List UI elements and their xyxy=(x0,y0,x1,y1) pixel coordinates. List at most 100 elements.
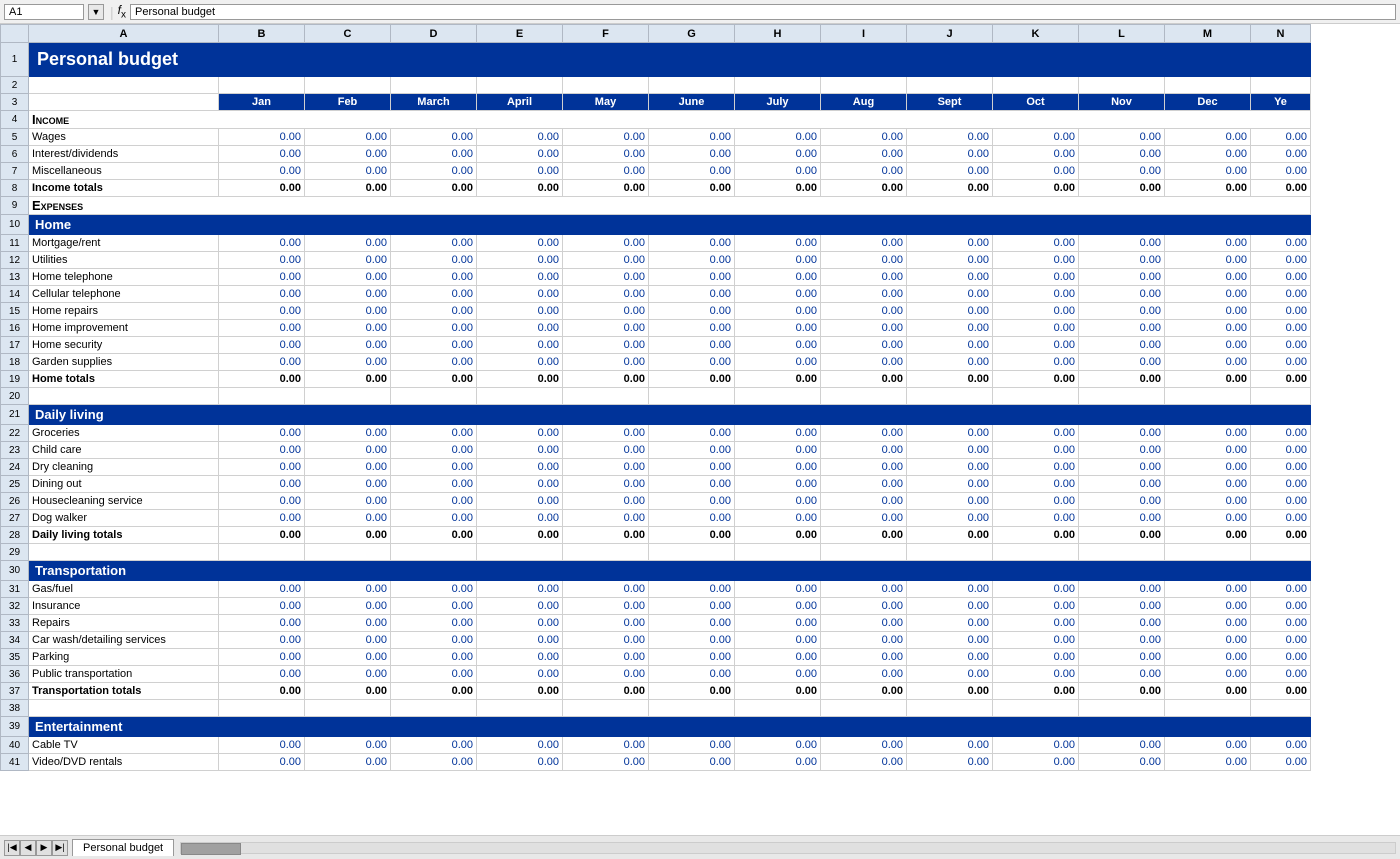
tab-navigation[interactable]: |◀ ◀ ▶ ▶| xyxy=(4,840,68,856)
table-row: 18Garden supplies0.000.000.000.000.000.0… xyxy=(1,354,1311,371)
row-num-14: 14 xyxy=(1,286,29,303)
table-row: 32Insurance0.000.000.000.000.000.000.000… xyxy=(1,598,1311,615)
row-num-18: 18 xyxy=(1,354,29,371)
row-num-16: 16 xyxy=(1,320,29,337)
corner-header xyxy=(1,25,29,43)
expenses-label-row: 9Expenses xyxy=(1,197,1311,215)
scrollbar-thumb[interactable] xyxy=(181,843,241,855)
table-row: 35Parking0.000.000.000.000.000.000.000.0… xyxy=(1,649,1311,666)
row-num-29: 29 xyxy=(1,544,29,561)
month-header-April: April xyxy=(477,94,563,111)
toolbar: ▼ | fx xyxy=(0,0,1400,24)
horizontal-scrollbar[interactable] xyxy=(180,842,1396,854)
row-num-30: 30 xyxy=(1,561,29,581)
row-num-40: 40 xyxy=(1,737,29,754)
table-row: 22Groceries0.000.000.000.000.000.000.000… xyxy=(1,425,1311,442)
row-num-41: 41 xyxy=(1,754,29,771)
table-row: 12Utilities0.000.000.000.000.000.000.000… xyxy=(1,252,1311,269)
month-header-Sept: Sept xyxy=(907,94,993,111)
table-row: 36Public transportation0.000.000.000.000… xyxy=(1,666,1311,683)
row-num-31: 31 xyxy=(1,581,29,598)
month-header-Jan: Jan xyxy=(219,94,305,111)
col-m-header[interactable]: M xyxy=(1165,25,1251,43)
row-num-23: 23 xyxy=(1,442,29,459)
row-num-27: 27 xyxy=(1,510,29,527)
table-row: 41Video/DVD rentals0.000.000.000.000.000… xyxy=(1,754,1311,771)
row-num-28: 28 xyxy=(1,527,29,544)
cell-reference-input[interactable] xyxy=(4,4,84,20)
row-num-22: 22 xyxy=(1,425,29,442)
col-j-header[interactable]: J xyxy=(907,25,993,43)
row-num-6: 6 xyxy=(1,146,29,163)
row-num-19: 19 xyxy=(1,371,29,388)
col-l-header[interactable]: L xyxy=(1079,25,1165,43)
sheet-tab-personal-budget[interactable]: Personal budget xyxy=(72,839,174,856)
month-header-July: July xyxy=(735,94,821,111)
spreadsheet-title: Personal budget xyxy=(29,43,1311,77)
table-row: 10Home xyxy=(1,215,1311,235)
fx-label: fx xyxy=(118,3,126,20)
col-e-header[interactable]: E xyxy=(477,25,563,43)
table-row: 5Wages0.000.000.000.000.000.000.000.000.… xyxy=(1,129,1311,146)
row-num-26: 26 xyxy=(1,493,29,510)
row-num-35: 35 xyxy=(1,649,29,666)
expand-btn[interactable]: ▼ xyxy=(88,4,104,20)
row-num-8: 8 xyxy=(1,180,29,197)
row-num-13: 13 xyxy=(1,269,29,286)
col-c-header[interactable]: C xyxy=(305,25,391,43)
table-row: 26Housecleaning service0.000.000.000.000… xyxy=(1,493,1311,510)
table-row: 15Home repairs0.000.000.000.000.000.000.… xyxy=(1,303,1311,320)
row-num-20: 20 xyxy=(1,388,29,405)
col-f-header[interactable]: F xyxy=(563,25,649,43)
table-row: 17Home security0.000.000.000.000.000.000… xyxy=(1,337,1311,354)
row-num-38: 38 xyxy=(1,700,29,717)
table-row: 40Cable TV0.000.000.000.000.000.000.000.… xyxy=(1,737,1311,754)
table-row: 7Miscellaneous0.000.000.000.000.000.000.… xyxy=(1,163,1311,180)
month-header-Feb: Feb xyxy=(305,94,391,111)
month-header-Nov: Nov xyxy=(1079,94,1165,111)
table-row: 27Dog walker0.000.000.000.000.000.000.00… xyxy=(1,510,1311,527)
table-row: 28Daily living totals0.000.000.000.000.0… xyxy=(1,527,1311,544)
row-num-10: 10 xyxy=(1,215,29,235)
col-b-header[interactable]: B xyxy=(219,25,305,43)
table-row: 34Car wash/detailing services0.000.000.0… xyxy=(1,632,1311,649)
month-header-Oct: Oct xyxy=(993,94,1079,111)
income-label-row: 4Income xyxy=(1,111,1311,129)
tab-prev-btn[interactable]: ◀ xyxy=(20,840,36,856)
row-num-34: 34 xyxy=(1,632,29,649)
tab-next-btn[interactable]: ▶ xyxy=(36,840,52,856)
col-i-header[interactable]: I xyxy=(821,25,907,43)
row-num-3: 3 xyxy=(1,94,29,111)
col-d-header[interactable]: D xyxy=(391,25,477,43)
row-num-21: 21 xyxy=(1,405,29,425)
row-num-32: 32 xyxy=(1,598,29,615)
tab-first-btn[interactable]: |◀ xyxy=(4,840,20,856)
row-num-7: 7 xyxy=(1,163,29,180)
col-k-header[interactable]: K xyxy=(993,25,1079,43)
row-num-11: 11 xyxy=(1,235,29,252)
table-row: 29 xyxy=(1,544,1311,561)
month-header-Aug: Aug xyxy=(821,94,907,111)
tab-bar: |◀ ◀ ▶ ▶| Personal budget xyxy=(0,835,1400,859)
month-header-Dec: Dec xyxy=(1165,94,1251,111)
formula-bar[interactable] xyxy=(130,4,1396,20)
title-row: 1Personal budget xyxy=(1,43,1311,77)
col-n-header[interactable]: N xyxy=(1251,25,1311,43)
tab-last-btn[interactable]: ▶| xyxy=(52,840,68,856)
col-a-header[interactable]: A xyxy=(29,25,219,43)
table-row: 16Home improvement0.000.000.000.000.000.… xyxy=(1,320,1311,337)
row-num-17: 17 xyxy=(1,337,29,354)
month-header-May: May xyxy=(563,94,649,111)
table-row: 23Child care0.000.000.000.000.000.000.00… xyxy=(1,442,1311,459)
row-num-36: 36 xyxy=(1,666,29,683)
spreadsheet: A B C D E F G H I J K L M N 1Personal bu… xyxy=(0,24,1311,771)
sheet-wrapper[interactable]: A B C D E F G H I J K L M N 1Personal bu… xyxy=(0,24,1400,833)
table-row: 39Entertainment xyxy=(1,717,1311,737)
col-g-header[interactable]: G xyxy=(649,25,735,43)
col-h-header[interactable]: H xyxy=(735,25,821,43)
month-header-June: June xyxy=(649,94,735,111)
month-header-March: March xyxy=(391,94,477,111)
table-row: 33Repairs0.000.000.000.000.000.000.000.0… xyxy=(1,615,1311,632)
table-row: 13Home telephone0.000.000.000.000.000.00… xyxy=(1,269,1311,286)
table-row: 6Interest/dividends0.000.000.000.000.000… xyxy=(1,146,1311,163)
